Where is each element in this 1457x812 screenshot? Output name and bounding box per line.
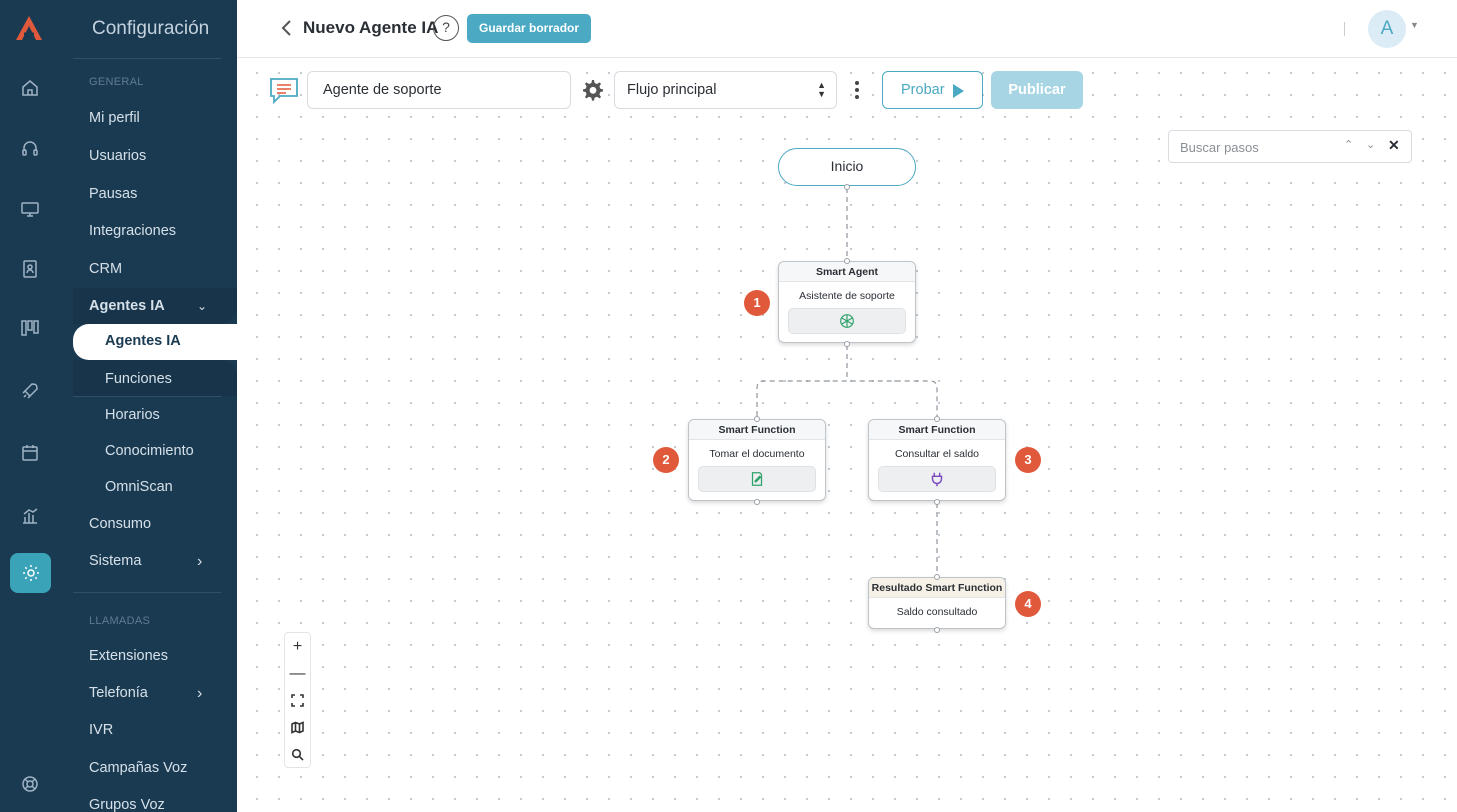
sidebar-item-telefonia[interactable]: Telefonía: [89, 685, 148, 701]
gear-icon[interactable]: [580, 78, 604, 102]
sidebar-item-agentes-ia[interactable]: Agentes IA: [105, 333, 181, 349]
sidebar-group-agentes-ia[interactable]: Agentes IA: [89, 298, 165, 314]
step-badge: 2: [653, 447, 679, 473]
test-button-label: Probar: [901, 82, 945, 98]
flow-start-node[interactable]: Inicio: [778, 148, 916, 186]
sidebar-item-ivr[interactable]: IVR: [89, 722, 113, 738]
back-arrow-icon[interactable]: [277, 17, 297, 39]
publish-button[interactable]: Publicar: [991, 71, 1083, 109]
section-general: GENERAL: [89, 76, 144, 88]
fit-view-icon[interactable]: [285, 687, 310, 714]
chevron-right-icon[interactable]: ›: [197, 685, 202, 703]
flow-node-smart-function[interactable]: Smart Function Tomar el documento: [688, 419, 826, 501]
rocket-icon[interactable]: [19, 380, 41, 402]
chevron-down-icon[interactable]: ⌄: [197, 299, 207, 313]
icon-rail: [0, 0, 57, 812]
chevron-right-icon[interactable]: ›: [197, 553, 202, 571]
sidebar-item-mi-perfil[interactable]: Mi perfil: [89, 110, 140, 126]
node-type: Smart Function: [869, 420, 1005, 440]
help-icon[interactable]: ?: [433, 15, 459, 41]
flow-node-result[interactable]: Resultado Smart Function Saldo consultad…: [868, 577, 1006, 629]
node-port[interactable]: [754, 416, 760, 422]
monitor-icon[interactable]: [19, 198, 41, 220]
minimap-icon[interactable]: [285, 714, 310, 741]
sidebar-item-crm[interactable]: CRM: [89, 261, 122, 277]
node-label: Asistente de soporte: [799, 290, 895, 302]
node-port[interactable]: [844, 184, 850, 190]
sidebar-item-integraciones[interactable]: Integraciones: [89, 223, 176, 239]
sidebar-item-sistema[interactable]: Sistema: [89, 553, 141, 569]
close-icon[interactable]: ✕: [1388, 137, 1400, 154]
node-label: Saldo consultado: [896, 606, 978, 618]
more-options-icon[interactable]: [849, 79, 865, 101]
header-separator: [1344, 22, 1345, 36]
chat-bubble-icon: [270, 78, 298, 104]
node-type: Smart Agent: [779, 262, 915, 282]
headset-icon[interactable]: [19, 138, 41, 160]
flow-select[interactable]: Flujo principal ▲ ▼: [614, 71, 837, 109]
step-badge: 1: [744, 290, 770, 316]
node-type: Resultado Smart Function: [869, 578, 1005, 598]
node-label: Consultar el saldo: [894, 448, 980, 460]
node-port[interactable]: [844, 258, 850, 264]
sidebar-item-funciones[interactable]: Funciones: [105, 371, 172, 387]
node-port[interactable]: [934, 499, 940, 505]
node-port[interactable]: [934, 627, 940, 633]
chevron-up-icon[interactable]: ⌃: [1344, 138, 1353, 151]
divider: [73, 396, 221, 397]
save-draft-button[interactable]: Guardar borrador: [467, 14, 592, 43]
help-lifebuoy-icon[interactable]: [19, 773, 41, 795]
step-badge: 3: [1015, 447, 1041, 473]
node-type: Smart Function: [689, 420, 825, 440]
sidebar-item-extensiones[interactable]: Extensiones: [89, 648, 168, 664]
node-port[interactable]: [934, 574, 940, 580]
chart-icon[interactable]: [19, 505, 41, 527]
kanban-icon[interactable]: [19, 317, 41, 339]
caret-down-icon[interactable]: ▼: [1410, 20, 1419, 30]
test-button[interactable]: Probar: [882, 71, 983, 109]
contacts-icon[interactable]: [19, 258, 41, 280]
search-icon[interactable]: [285, 741, 310, 768]
flow-node-smart-function[interactable]: Smart Function Consultar el saldo: [868, 419, 1006, 501]
app-logo[interactable]: [14, 14, 44, 42]
node-port[interactable]: [844, 341, 850, 347]
sidebar-item-campanas-voz[interactable]: Campañas Voz: [89, 760, 187, 776]
chevron-down-icon[interactable]: ⌄: [1366, 138, 1375, 151]
zoom-in-button[interactable]: +: [285, 633, 310, 660]
sidebar-item-conocimiento[interactable]: Conocimiento: [105, 443, 194, 459]
top-header: Nuevo Agente IA ? Guardar borrador A ▼: [237, 0, 1457, 58]
settings-icon[interactable]: [10, 553, 51, 593]
zoom-controls: + —: [284, 632, 311, 768]
zoom-out-button[interactable]: —: [285, 660, 310, 687]
flow-select-value: Flujo principal: [627, 82, 717, 98]
sidebar-item-pausas[interactable]: Pausas: [89, 186, 137, 202]
step-badge: 4: [1015, 591, 1041, 617]
section-llamadas: LLAMADAS: [89, 615, 151, 627]
calendar-icon[interactable]: [19, 442, 41, 464]
flow-node-smart-agent[interactable]: Smart Agent Asistente de soporte: [778, 261, 916, 343]
plug-icon: [878, 466, 996, 492]
node-port[interactable]: [934, 416, 940, 422]
home-icon[interactable]: [19, 77, 41, 99]
openai-icon: [788, 308, 906, 334]
node-port[interactable]: [754, 499, 760, 505]
sidebar-item-omniscan[interactable]: OmniScan: [105, 479, 173, 495]
play-icon: [953, 84, 964, 98]
document-edit-icon: [698, 466, 816, 492]
config-sidebar: Configuración GENERAL Mi perfil Usuarios…: [57, 0, 237, 812]
sidebar-item-grupos-voz[interactable]: Grupos Voz: [89, 797, 165, 812]
search-steps-box[interactable]: Buscar pasos ⌃ ⌄ ✕: [1168, 130, 1412, 163]
select-arrows-icon: ▲ ▼: [817, 80, 826, 99]
search-steps-input[interactable]: Buscar pasos: [1180, 140, 1259, 155]
sidebar-item-consumo[interactable]: Consumo: [89, 516, 151, 532]
page-title: Nuevo Agente IA: [303, 18, 439, 37]
agent-name-input[interactable]: Agente de soporte: [307, 71, 571, 109]
sidebar-item-usuarios[interactable]: Usuarios: [89, 148, 146, 164]
sidebar-title: Configuración: [92, 18, 210, 39]
divider: [73, 58, 221, 59]
avatar[interactable]: A: [1368, 10, 1406, 48]
node-label: Tomar el documento: [709, 448, 805, 460]
sidebar-item-horarios[interactable]: Horarios: [105, 407, 160, 423]
divider: [73, 592, 221, 593]
